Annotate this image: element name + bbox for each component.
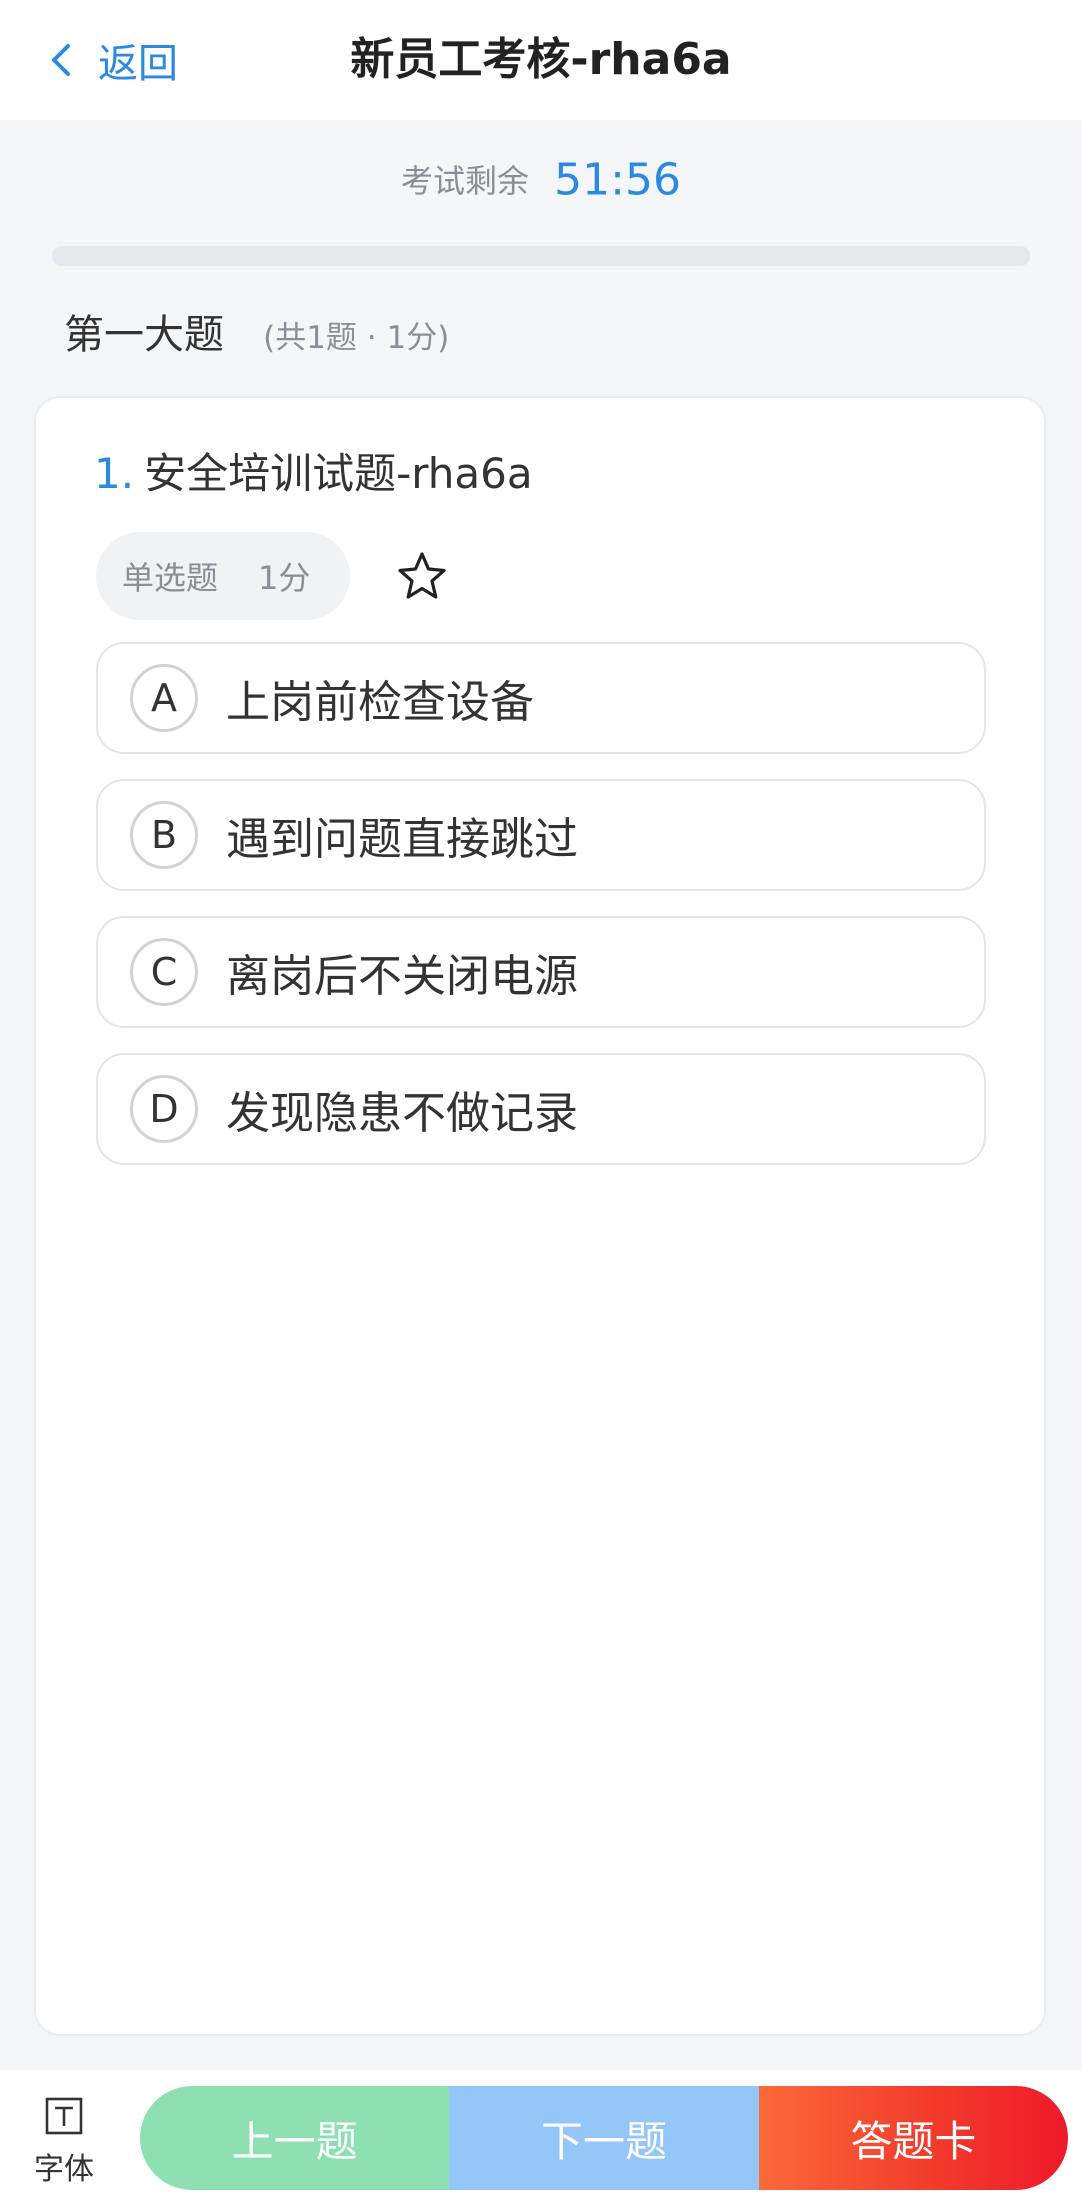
- next-question-button[interactable]: 下一题: [449, 2086, 759, 2190]
- option-letter: B: [130, 801, 198, 869]
- prev-question-button[interactable]: 上一题: [140, 2086, 450, 2190]
- question-type-badge: 单选题 1分: [96, 532, 350, 620]
- option-letter: C: [130, 938, 198, 1006]
- option-text: 离岗后不关闭电源: [226, 951, 578, 1002]
- question-type: 单选题: [122, 559, 219, 597]
- font-button[interactable]: 字体: [26, 2094, 102, 2190]
- option-text: 上岗前检查设备: [226, 677, 534, 728]
- option-b[interactable]: B 遇到问题直接跳过: [96, 779, 986, 891]
- font-label: 字体: [34, 2152, 94, 2187]
- bottom-bar: 字体 上一题 下一题 答题卡: [0, 2070, 1082, 2202]
- section-name: 第一大题: [64, 312, 224, 358]
- question-title: 1. 安全培训试题-rha6a: [94, 446, 533, 502]
- text-font-icon: [44, 2096, 84, 2136]
- header-bar: 返回 新员工考核-rha6a: [0, 0, 1082, 120]
- option-d[interactable]: D 发现隐患不做记录: [96, 1053, 986, 1165]
- option-a[interactable]: A 上岗前检查设备: [96, 642, 986, 754]
- answer-card-button[interactable]: 答题卡: [758, 2086, 1068, 2190]
- question-number: 1.: [94, 449, 135, 498]
- progress-bar: [52, 246, 1030, 266]
- nav-button-group: 上一题 下一题 答题卡: [140, 2086, 1068, 2190]
- option-text: 发现隐患不做记录: [226, 1088, 578, 1139]
- question-score: 1分: [258, 559, 311, 597]
- star-icon[interactable]: [396, 550, 448, 602]
- timer-label: 考试剩余: [401, 161, 530, 200]
- page-title: 新员工考核-rha6a: [350, 34, 732, 85]
- exam-timer: 考试剩余 51:56: [0, 150, 1082, 211]
- question-text: 安全培训试题-rha6a: [144, 449, 533, 498]
- option-letter: A: [130, 664, 198, 732]
- timer-value: 51:56: [554, 154, 681, 206]
- option-c[interactable]: C 离岗后不关闭电源: [96, 916, 986, 1028]
- option-letter: D: [130, 1075, 198, 1143]
- section-meta: (共1题 · 1分): [263, 320, 450, 356]
- question-card: 1. 安全培训试题-rha6a 单选题 1分 A 上岗前检查设备 B 遇到问题直接…: [34, 396, 1046, 2036]
- option-text: 遇到问题直接跳过: [226, 814, 578, 865]
- section-heading: 第一大题 (共1题 · 1分): [64, 305, 449, 373]
